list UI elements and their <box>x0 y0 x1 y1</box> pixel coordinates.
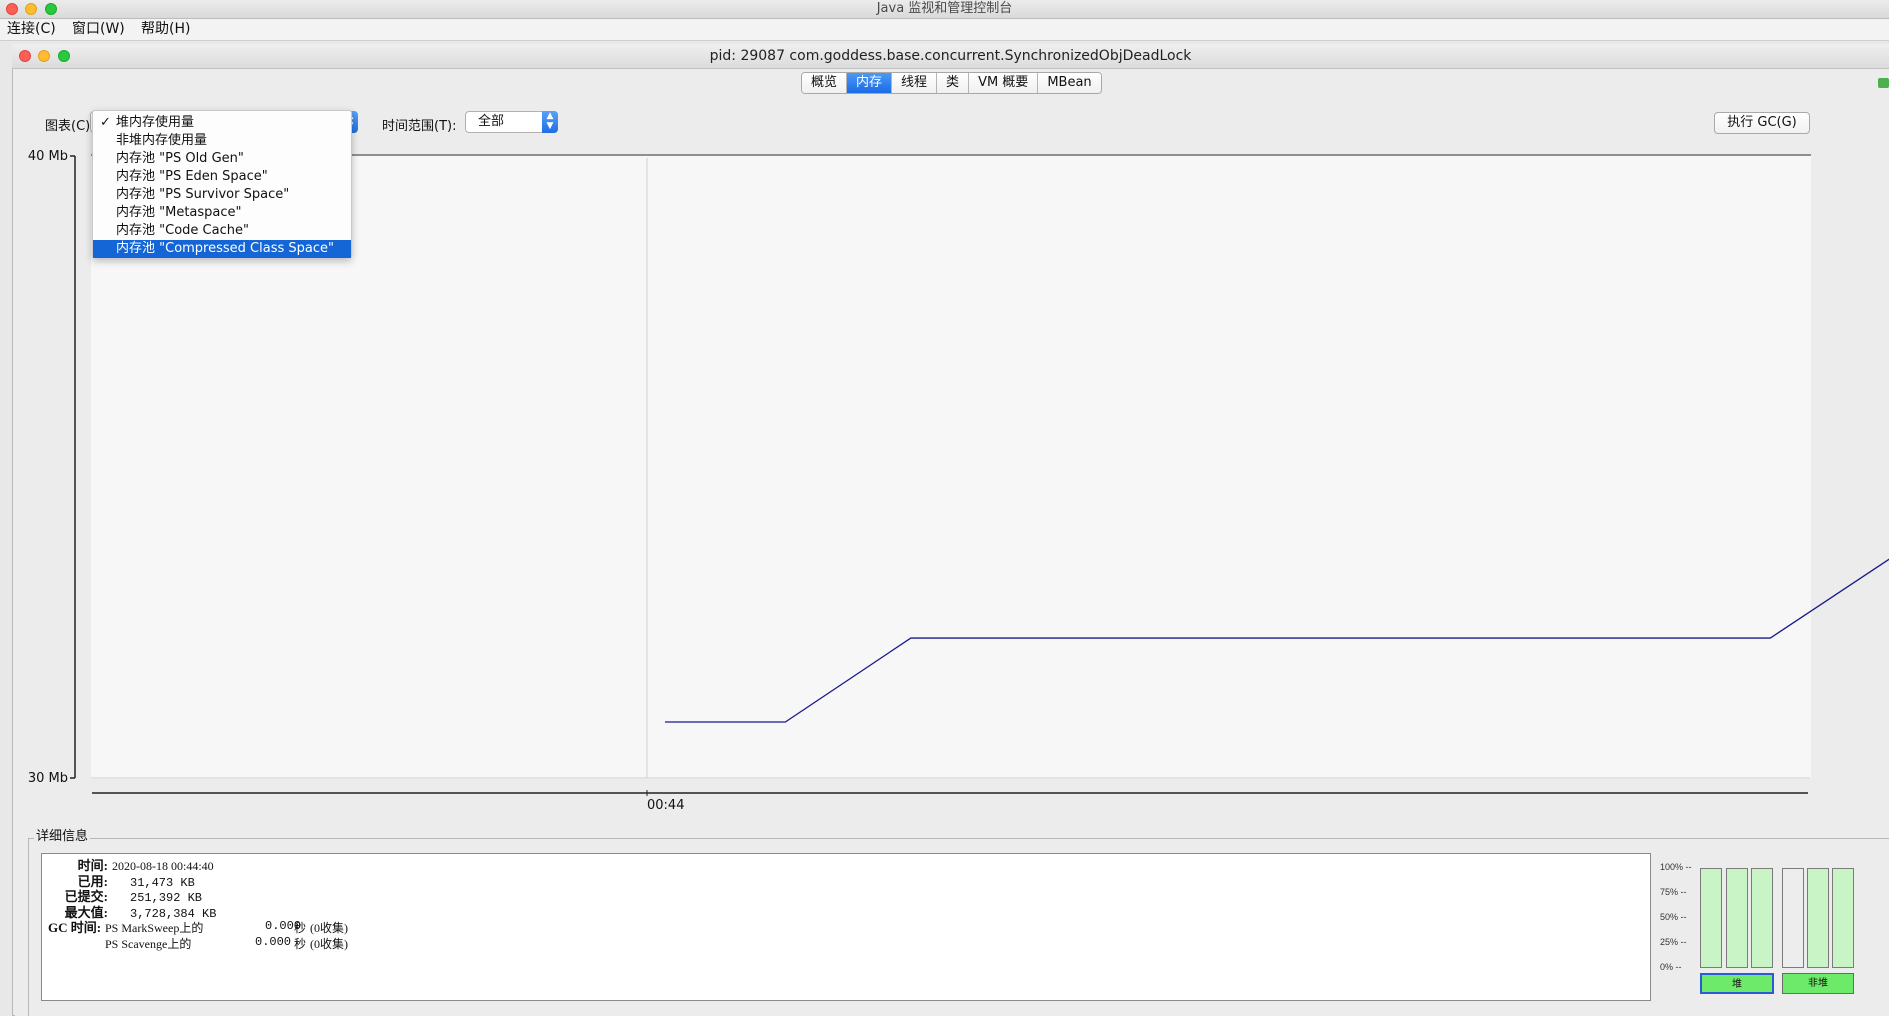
dropdown-item-label: 内存池 "PS Survivor Space" <box>116 187 290 202</box>
gc-collector-name: PS Scavenge上的 <box>105 936 192 951</box>
dropdown-item-label: 内存池 "PS Old Gen" <box>116 151 244 166</box>
dropdown-item-label: 内存池 "Metaspace" <box>116 205 242 220</box>
gc-collector-name: PS MarkSweep上的 <box>105 921 204 935</box>
gc-time-unit: 秒 <box>294 921 307 935</box>
usage-bar-1[interactable] <box>1726 868 1748 968</box>
dropdown-item-5[interactable]: 内存池 "Metaspace" <box>93 204 351 222</box>
gc-collection-count: (0收集) <box>310 936 348 951</box>
usage-pct-label: 100% -- <box>1660 862 1692 872</box>
usage-bar-2[interactable] <box>1751 868 1773 968</box>
gc-time-unit: 秒 <box>294 936 307 951</box>
heap-button[interactable]: 堆 <box>1700 973 1774 994</box>
dropdown-item-6[interactable]: 内存池 "Code Cache" <box>93 222 351 240</box>
x-tick-label: 00:44 <box>647 798 684 813</box>
details-title: 详细信息 <box>34 825 91 844</box>
dropdown-item-label: 内存池 "PS Eden Space" <box>116 169 268 184</box>
checkmark-icon: ✓ <box>100 115 111 130</box>
chart-dropdown-menu: ✓ 堆内存使用量 非堆内存使用量内存池 "PS Old Gen" 内存池 "PS Ed… <box>92 110 352 258</box>
dropdown-item-4[interactable]: 内存池 "PS Survivor Space" <box>93 186 351 204</box>
usage-pct-label: 0% -- <box>1660 962 1682 972</box>
dropdown-item-label: 堆内存使用量 <box>116 115 195 130</box>
usage-bar-4[interactable] <box>1807 868 1829 968</box>
gc-time-key: GC 时间: <box>48 920 102 935</box>
y-tick-label-bottom: 30 Mb <box>28 771 68 786</box>
dropdown-item-label: 非堆内存使用量 <box>116 133 208 148</box>
dropdown-item-2[interactable]: 内存池 "PS Old Gen" <box>93 150 351 168</box>
y-tick-label-top: 40 Mb <box>28 149 68 164</box>
usage-pct-label: 50% -- <box>1660 912 1687 922</box>
dropdown-item-0[interactable]: ✓ 堆内存使用量 <box>93 114 351 132</box>
gc-time-value: 0.000 <box>255 934 292 949</box>
usage-pct-label: 75% -- <box>1660 887 1687 897</box>
dropdown-item-1[interactable]: 非堆内存使用量 <box>93 132 351 150</box>
usage-pct-label: 25% -- <box>1660 937 1687 947</box>
nonheap-button[interactable]: 非堆 <box>1782 973 1854 994</box>
usage-bar-5[interactable] <box>1832 868 1854 968</box>
usage-bar-3[interactable] <box>1782 868 1804 968</box>
dropdown-item-3[interactable]: 内存池 "PS Eden Space" <box>93 168 351 186</box>
gc-collection-count: (0收集) <box>310 921 348 935</box>
details-box: 时间: 2020-08-18 00:44:40 已用: 31,473 KB 已提交: 25… <box>41 853 1651 1001</box>
dropdown-item-label: 内存池 "Compressed Class Space" <box>116 241 334 256</box>
dropdown-item-label: 内存池 "Code Cache" <box>116 223 249 238</box>
series-line-0 <box>665 558 1889 723</box>
dropdown-item-7[interactable]: 内存池 "Compressed Class Space" <box>93 240 351 258</box>
usage-bar-0[interactable] <box>1700 868 1722 968</box>
